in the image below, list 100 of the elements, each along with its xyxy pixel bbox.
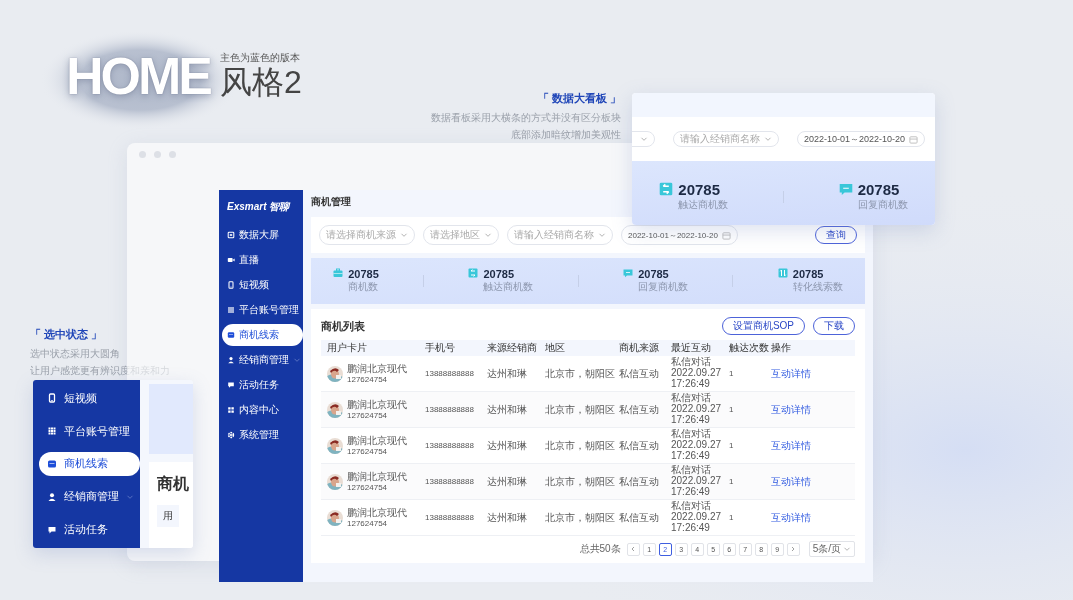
stat-value: 20785 — [483, 267, 516, 281]
table-cell-text: 13888888888 — [424, 405, 475, 414]
page-title: 商机 — [157, 474, 190, 494]
detail-link[interactable]: 互动详情 — [771, 439, 811, 451]
sidebar-item[interactable]: 短视频 — [219, 274, 303, 296]
table-cell-text: 北京市，朝阳区 — [544, 510, 613, 525]
logo: Exsmart 智聊 — [226, 200, 292, 214]
table-cell-text: 1 — [728, 369, 735, 378]
user-id: 127624754 — [347, 518, 389, 528]
table-cell-text: 1 — [728, 441, 735, 450]
detail-link[interactable]: 互动详情 — [771, 367, 811, 379]
table-cell-text: 北京市，朝阳区 — [544, 474, 613, 489]
chat-bubble-icon — [838, 181, 853, 196]
table-cell-text: 北京市，朝阳区 — [544, 366, 613, 381]
table-cell-text: 达州和琳 — [486, 510, 528, 525]
window-dot[interactable] — [169, 151, 176, 158]
table-cell-text: 私信对话 2022.09.27 17:26:49 — [670, 429, 723, 462]
chevron-down-icon — [639, 135, 648, 143]
sidebar-item[interactable]: 经销商管理 — [33, 484, 140, 509]
stat-label: 回复商机数 — [638, 280, 689, 295]
table-cell-text: 达州和琳 — [486, 366, 528, 381]
next-page-button[interactable] — [786, 542, 800, 556]
sidebar-item[interactable]: 平台账号管理 — [33, 419, 140, 444]
stat-label: 商机数 — [348, 280, 379, 295]
note-text: 底部添加暗纹增加美观性 — [511, 128, 621, 142]
exchange-icon — [777, 267, 788, 278]
note-title: 「 选中状态 」 — [30, 327, 104, 342]
monitor-icon — [227, 231, 235, 239]
table-cell-text: 私信互动 — [618, 510, 660, 525]
version-title: 风格2 — [220, 65, 302, 101]
action-button[interactable]: 下载 — [813, 317, 855, 335]
chevron-right-icon — [790, 546, 797, 552]
stat-label: 回复商机数 — [857, 198, 908, 213]
grid-icon — [227, 306, 235, 314]
person-icon — [47, 491, 57, 502]
chevron-down-icon — [400, 231, 408, 239]
stat-value: 20785 — [348, 267, 379, 281]
chevron-down-icon — [763, 135, 772, 143]
grid-icon — [47, 426, 57, 437]
flag-icon — [227, 381, 235, 389]
table-cell-text: 私信对话 2022.09.27 17:26:49 — [670, 465, 723, 498]
stat-label: 触达商机数 — [678, 198, 729, 213]
table-cell-text: 1 — [728, 513, 735, 522]
note-title: 「 数据大看板 」 — [537, 91, 621, 106]
table-cell-text: 13888888888 — [424, 477, 475, 486]
column-header: 手机号 — [424, 341, 456, 355]
sidebar-item[interactable]: 短视频 — [33, 386, 140, 411]
detail-link[interactable]: 互动详情 — [771, 475, 811, 487]
detail-link[interactable]: 互动详情 — [771, 511, 811, 523]
chevron-left-icon — [630, 546, 637, 552]
table-cell-text: 1 — [728, 405, 735, 414]
person-icon — [227, 356, 235, 364]
phone-icon — [227, 281, 235, 289]
table-cell-text: 1 — [728, 477, 735, 486]
gear-icon — [227, 431, 235, 439]
page-size-select[interactable]: 5条/页 — [808, 541, 855, 557]
table-cell-text: 达州和琳 — [486, 402, 528, 417]
table-cell-text: 私信互动 — [618, 366, 660, 381]
table-cell-text: 13888888888 — [424, 441, 475, 450]
squares-icon — [227, 406, 235, 414]
sidebar-item[interactable]: 商机线索 — [39, 452, 140, 476]
sidebar-item[interactable]: 活动任务 — [219, 374, 303, 396]
sidebar-item[interactable]: 数据大屏 — [219, 224, 303, 246]
sidebar-item[interactable]: 商机线索 — [222, 324, 303, 346]
list-title: 商机列表 — [321, 318, 365, 334]
sidebar-item[interactable]: 平台账号管理 — [219, 299, 303, 321]
table-cell-text: 私信对话 2022.09.27 17:26:49 — [670, 501, 723, 534]
sidebar-item[interactable]: 经销商管理 — [219, 349, 303, 371]
calendar-icon — [721, 230, 731, 240]
sidebar-item[interactable]: 系统管理 — [219, 424, 303, 446]
sidebar-item[interactable]: 直播 — [219, 249, 303, 271]
user-name: 鹏润北京现代 — [347, 471, 407, 483]
user-name: 鹏润北京现代 — [347, 435, 407, 447]
stat-value: 20785 — [678, 181, 722, 199]
column-header: 地区 — [544, 341, 566, 355]
table-cell-text: 13888888888 — [424, 513, 475, 522]
window-dot[interactable] — [139, 151, 146, 158]
table-cell-text: 达州和琳 — [486, 474, 528, 489]
query-button[interactable]: 查询 — [815, 226, 857, 244]
chevron-down-icon — [484, 231, 492, 239]
chat-bubble-icon — [623, 267, 634, 278]
table-cell-text: 私信对话 2022.09.27 17:26:49 — [670, 393, 723, 426]
chevron-down-icon — [293, 356, 301, 364]
note-text: 数据看板采用大横条的方式并没有区分板块 — [431, 111, 621, 125]
sidebar-item[interactable]: 内容中心 — [219, 399, 303, 421]
card-icon — [227, 331, 235, 339]
window-dot[interactable] — [154, 151, 161, 158]
phone-icon — [47, 393, 57, 404]
briefcase-icon — [333, 267, 344, 278]
detail-link[interactable]: 互动详情 — [771, 403, 811, 415]
chevron-down-icon — [598, 231, 606, 239]
arrows-icon — [468, 267, 479, 278]
table-cell-text: 达州和琳 — [486, 438, 528, 453]
stat-value: 20785 — [638, 267, 670, 281]
stat-label: 触达商机数 — [483, 280, 534, 295]
previous-page-button[interactable] — [626, 542, 640, 556]
action-button[interactable]: 设置商机SOP — [721, 317, 805, 335]
chevron-down-icon — [843, 545, 851, 553]
table-cell-text: 私信互动 — [618, 438, 660, 453]
sidebar-item[interactable]: 活动任务 — [33, 517, 140, 542]
